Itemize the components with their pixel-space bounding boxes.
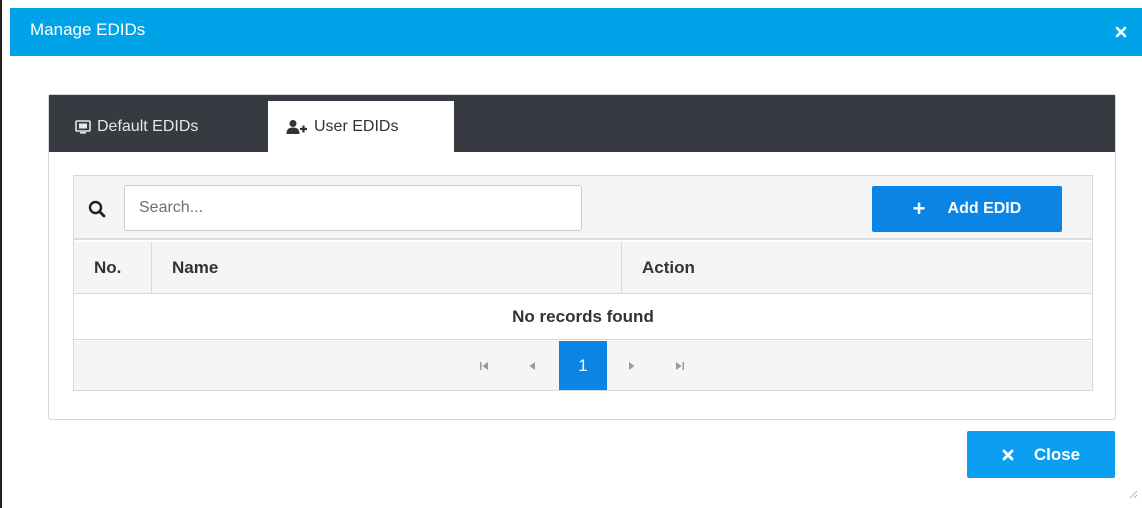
- manage-edids-dialog: Manage EDIDs Default EDIDs User EDIDs Se…: [0, 0, 1142, 508]
- resize-handle-icon[interactable]: [1128, 486, 1138, 504]
- table-toolbar: + Add EDID: [74, 176, 1092, 240]
- add-user-icon: [286, 119, 307, 134]
- edid-panel: Default EDIDs User EDIDs + Add EDID: [48, 94, 1116, 420]
- last-page-icon[interactable]: [668, 341, 692, 390]
- add-edid-button[interactable]: + Add EDID: [872, 186, 1062, 232]
- tab-bar: Default EDIDs User EDIDs: [49, 95, 1115, 152]
- column-header-action[interactable]: Action: [622, 242, 1092, 294]
- search-input[interactable]: [124, 185, 582, 231]
- tab-user-edids[interactable]: User EDIDs: [268, 101, 454, 152]
- tab-label: User EDIDs: [314, 117, 399, 135]
- table-header: No. Name Action: [74, 242, 1092, 294]
- monitor-icon: [75, 119, 91, 134]
- close-icon[interactable]: [1115, 25, 1131, 41]
- next-page-icon[interactable]: [620, 341, 644, 390]
- tab-label: Default EDIDs: [97, 117, 199, 135]
- dialog-title: Manage EDIDs: [30, 20, 146, 39]
- add-edid-label: Add EDID: [947, 200, 1022, 217]
- close-button[interactable]: Close: [967, 431, 1115, 478]
- page-number-button[interactable]: 1: [559, 341, 607, 390]
- search-icon: [88, 200, 106, 223]
- prev-page-icon[interactable]: [520, 341, 544, 390]
- empty-message: No records found: [74, 295, 1092, 340]
- pagination: 1: [74, 341, 1092, 390]
- column-header-name[interactable]: Name: [152, 242, 622, 294]
- dialog-titlebar: Manage EDIDs: [10, 8, 1142, 56]
- close-icon: [1002, 449, 1014, 460]
- close-label: Close: [1033, 444, 1081, 464]
- tab-default-edids[interactable]: Default EDIDs: [57, 101, 216, 152]
- plus-icon: +: [912, 196, 926, 221]
- first-page-icon[interactable]: [472, 341, 496, 390]
- edid-table-container: + Add EDID No. Name Action No records fo…: [73, 175, 1093, 391]
- column-header-no[interactable]: No.: [74, 242, 152, 294]
